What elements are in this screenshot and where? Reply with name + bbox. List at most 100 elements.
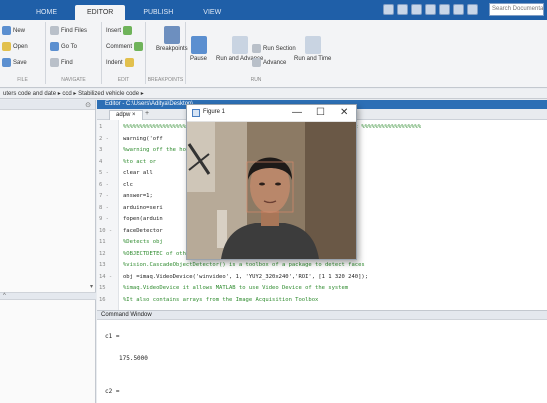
close-button[interactable]: ✕ bbox=[340, 107, 348, 119]
figure-icon bbox=[192, 109, 200, 117]
indent-button[interactable]: Indent bbox=[106, 58, 134, 67]
find-button[interactable]: Find bbox=[50, 58, 73, 67]
line-number: 11 bbox=[99, 239, 106, 245]
new-icon bbox=[2, 26, 11, 35]
go-to-icon bbox=[50, 42, 59, 51]
code-line[interactable]: clc bbox=[123, 182, 133, 188]
figure-title: Figure 1 bbox=[203, 109, 226, 115]
code-line[interactable]: warning('off bbox=[123, 136, 163, 142]
find-files-button[interactable]: Find Files bbox=[50, 26, 87, 35]
line-number: 7 - bbox=[99, 193, 109, 199]
close-tab-icon[interactable]: × bbox=[132, 112, 136, 118]
line-number: 14 - bbox=[99, 273, 113, 280]
current-folder-panel: ⊙ ▾ ^ bbox=[0, 100, 96, 403]
run-time-icon bbox=[304, 36, 321, 54]
line-number: 3 bbox=[99, 147, 103, 153]
open-button[interactable]: Open bbox=[2, 42, 28, 51]
run-group: Pause Run and Advance Run Section Advanc… bbox=[186, 22, 331, 84]
maximize-button[interactable]: ☐ bbox=[316, 107, 325, 119]
code-line[interactable]: %imaq.VideoDevice it allows MATLAB to us… bbox=[123, 285, 348, 291]
code-line[interactable]: clear all bbox=[123, 170, 153, 176]
details-panel-header: ^ bbox=[0, 292, 96, 300]
run-section-button[interactable]: Run Section bbox=[252, 44, 296, 53]
help-icon[interactable] bbox=[467, 4, 478, 15]
run-section-icon bbox=[252, 44, 261, 53]
search-documentation-input[interactable]: Search Documentation bbox=[489, 3, 544, 16]
current-folder-path[interactable]: uters code and date ▸ ccd ▸ Stabilized v… bbox=[0, 89, 547, 99]
code-line[interactable]: arduino=seri bbox=[123, 205, 163, 211]
toolstrip-tabs: HOME EDITOR PUBLISH VIEW Search Document… bbox=[0, 0, 547, 20]
line-number: 10 - bbox=[99, 227, 113, 234]
indent-icon bbox=[124, 58, 134, 67]
find-icon bbox=[50, 58, 59, 67]
line-number: 8 - bbox=[99, 204, 109, 211]
line-number: 16 bbox=[99, 296, 106, 303]
insert-button[interactable]: Insert bbox=[106, 26, 133, 35]
advance-button[interactable]: Advance bbox=[252, 58, 286, 67]
command-output-line: c1 = bbox=[105, 333, 120, 340]
quick-access-toolbar bbox=[383, 4, 478, 15]
pause-icon bbox=[190, 36, 207, 54]
line-number: 15 bbox=[99, 285, 106, 291]
save-button[interactable]: Save bbox=[2, 58, 27, 67]
comment-icon bbox=[134, 42, 144, 51]
tab-publish[interactable]: PUBLISH bbox=[131, 5, 185, 20]
code-line[interactable]: %Detects obj bbox=[123, 239, 163, 245]
code-line[interactable]: faceDetector bbox=[123, 228, 163, 234]
command-output-value: 175.5000 bbox=[119, 355, 148, 362]
editor-file-tab[interactable]: adpw × bbox=[109, 110, 143, 120]
paste-icon[interactable] bbox=[425, 4, 436, 15]
figure-titlebar[interactable]: Figure 1 — ☐ ✕ bbox=[187, 105, 356, 122]
panel-menu-icon[interactable]: ⊙ bbox=[85, 101, 91, 109]
new-tab-icon[interactable]: + bbox=[145, 110, 149, 117]
line-number: 6 - bbox=[99, 181, 109, 188]
run-advance-icon bbox=[231, 36, 248, 54]
code-line[interactable]: %to act or bbox=[123, 159, 156, 165]
code-line[interactable]: fopen(arduin bbox=[123, 216, 163, 222]
find-files-icon bbox=[50, 26, 59, 35]
editor-ribbon: New Open Save FILE Find Files Go To Find… bbox=[0, 20, 547, 88]
save-file-icon bbox=[2, 58, 11, 67]
open-icon bbox=[2, 42, 11, 51]
webcam-frame bbox=[187, 122, 356, 259]
pause-button[interactable]: Pause bbox=[190, 36, 207, 62]
go-to-button[interactable]: Go To bbox=[50, 42, 77, 51]
undo-icon[interactable] bbox=[439, 4, 450, 15]
command-window[interactable]: Command Window c1 = 175.5000 c2 = bbox=[97, 310, 547, 403]
insert-icon bbox=[123, 26, 133, 35]
navigate-group: Find Files Go To Find NAVIGATE bbox=[46, 22, 102, 84]
line-number: 9 - bbox=[99, 216, 109, 222]
line-number: 1 bbox=[99, 124, 103, 130]
comment-button[interactable]: Comment bbox=[106, 42, 144, 51]
scroll-down-icon[interactable]: ▾ bbox=[90, 283, 93, 290]
breakpoints-group: Breakpoints BREAKPOINTS bbox=[146, 22, 188, 84]
breakpoints-button[interactable]: Breakpoints bbox=[156, 26, 188, 52]
current-folder-header: ⊙ bbox=[0, 100, 95, 110]
new-button[interactable]: New bbox=[2, 26, 25, 35]
breakpoints-icon bbox=[163, 26, 180, 44]
tab-home[interactable]: HOME bbox=[24, 5, 69, 20]
copy-icon[interactable] bbox=[411, 4, 422, 15]
tab-editor[interactable]: EDITOR bbox=[75, 5, 126, 20]
minimize-button[interactable]: — bbox=[292, 107, 302, 119]
save-icon[interactable] bbox=[383, 4, 394, 15]
tab-view[interactable]: VIEW bbox=[191, 5, 233, 20]
file-group: New Open Save FILE bbox=[0, 22, 46, 84]
figure-window[interactable]: Figure 1 — ☐ ✕ bbox=[186, 104, 357, 260]
run-and-time-button[interactable]: Run and Time bbox=[294, 36, 331, 62]
command-output-line: c2 = bbox=[105, 388, 120, 395]
code-line[interactable]: obj =imaq.VideoDevice('winvideo', 1, 'YU… bbox=[123, 274, 368, 280]
cut-icon[interactable] bbox=[397, 4, 408, 15]
redo-icon[interactable] bbox=[453, 4, 464, 15]
line-number: 2 - bbox=[99, 135, 109, 142]
code-line[interactable]: answer=1; bbox=[123, 193, 153, 199]
line-number: 13 bbox=[99, 262, 106, 268]
advance-icon bbox=[252, 58, 261, 67]
line-number: 5 - bbox=[99, 170, 109, 176]
command-window-title: Command Window bbox=[97, 311, 547, 320]
line-number: 4 bbox=[99, 158, 103, 165]
code-line[interactable]: %vision.CascadeObjectDetector() is a too… bbox=[123, 262, 365, 268]
expand-icon[interactable]: ^ bbox=[3, 293, 6, 299]
code-line[interactable]: %It also contains arrays from the Image … bbox=[123, 297, 318, 303]
webcam-image bbox=[187, 122, 356, 259]
